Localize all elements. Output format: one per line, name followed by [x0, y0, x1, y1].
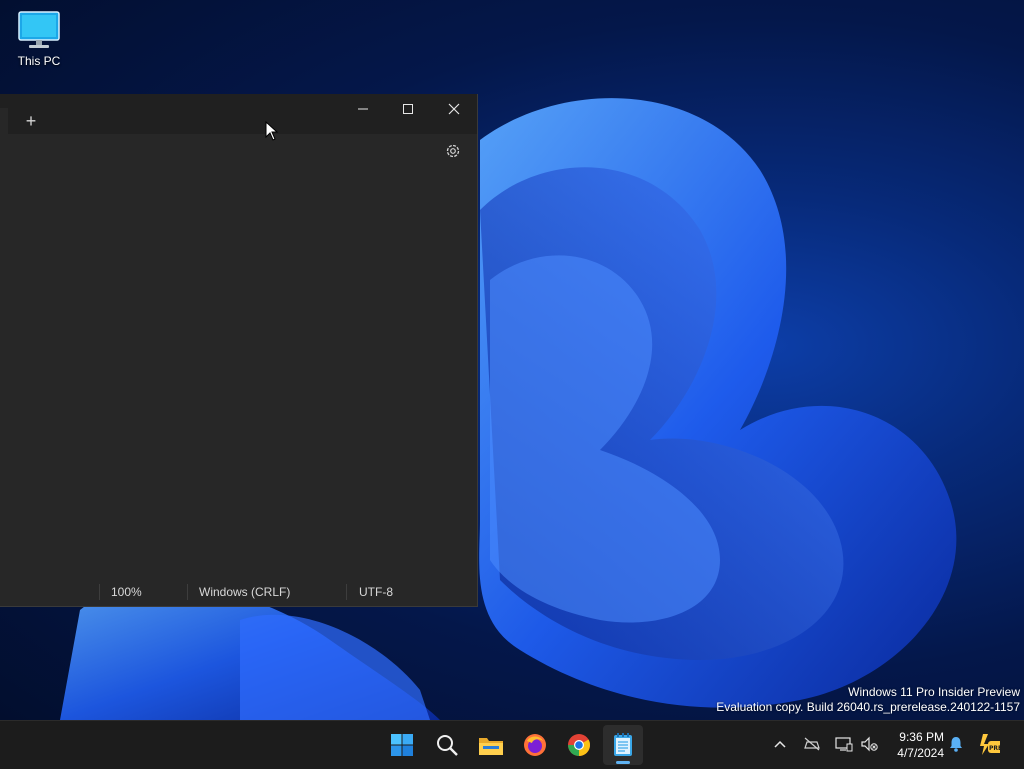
close-icon — [448, 103, 460, 115]
taskbar-clock[interactable]: 9:36 PM 4/7/2024 — [884, 729, 944, 761]
maximize-icon — [403, 104, 413, 114]
new-tab-button[interactable]: + — [20, 110, 42, 132]
display-icon — [835, 737, 853, 752]
status-bar: 100% Windows (CRLF) UTF-8 — [0, 578, 477, 606]
network-tray-button[interactable] — [801, 733, 823, 755]
notepad-icon — [614, 733, 632, 756]
bell-icon — [950, 737, 962, 752]
notepad-taskbar-button[interactable] — [603, 725, 643, 765]
pre-badge-icon: PRE — [980, 734, 1000, 755]
network-icon — [804, 737, 820, 751]
desktop-icon-label: This PC — [17, 54, 61, 68]
monitor-icon — [18, 11, 60, 48]
status-divider — [346, 584, 347, 600]
zoom-level[interactable]: 100% — [111, 585, 142, 599]
watermark-line-2: Evaluation copy. Build 26040.rs_prerelea… — [716, 700, 1020, 714]
encoding[interactable]: UTF-8 — [359, 585, 393, 599]
chrome-icon — [568, 734, 590, 756]
folder-icon — [479, 738, 503, 755]
gear-icon[interactable] — [444, 142, 462, 160]
edition-watermark: Windows 11 Pro Insider Preview Evaluatio… — [716, 685, 1020, 715]
volume-tray-button[interactable] — [858, 733, 880, 755]
display-tray-button[interactable] — [833, 733, 855, 755]
active-app-indicator — [616, 761, 630, 764]
desktop-icon-this-pc[interactable]: This PC — [10, 8, 68, 68]
file-explorer-button[interactable] — [471, 725, 511, 765]
notepad-window[interactable]: + 100% Windows (CRLF) UTF-8 — [0, 94, 478, 607]
notifications-button[interactable] — [945, 733, 967, 755]
start-button[interactable] — [382, 725, 422, 765]
volume-muted-icon — [861, 736, 878, 752]
title-bar[interactable]: + — [0, 94, 477, 134]
taskbar: 9:36 PM 4/7/2024 PRE — [0, 720, 1024, 769]
clock-date: 4/7/2024 — [897, 746, 944, 760]
search-button[interactable] — [427, 725, 467, 765]
show-hidden-icons-button[interactable] — [769, 733, 791, 755]
chevron-up-icon — [774, 740, 786, 748]
insider-pre-badge[interactable]: PRE — [978, 733, 1000, 755]
firefox-icon — [524, 734, 546, 756]
close-button[interactable] — [431, 94, 477, 124]
status-divider — [99, 584, 100, 600]
status-divider — [187, 584, 188, 600]
line-ending[interactable]: Windows (CRLF) — [199, 585, 290, 599]
minimize-button[interactable] — [340, 94, 386, 124]
maximize-button[interactable] — [385, 94, 431, 124]
text-editor[interactable] — [0, 168, 477, 568]
chrome-button[interactable] — [559, 725, 599, 765]
windows-start-icon — [391, 734, 413, 756]
toolbar — [0, 134, 477, 168]
watermark-line-1: Windows 11 Pro Insider Preview — [848, 685, 1020, 699]
firefox-button[interactable] — [515, 725, 555, 765]
svg-text:PRE: PRE — [989, 745, 1000, 752]
search-icon — [437, 735, 458, 756]
document-tab[interactable] — [0, 108, 8, 134]
clock-time: 9:36 PM — [899, 730, 944, 744]
mouse-cursor-icon — [265, 121, 279, 141]
minimize-icon — [358, 108, 368, 110]
